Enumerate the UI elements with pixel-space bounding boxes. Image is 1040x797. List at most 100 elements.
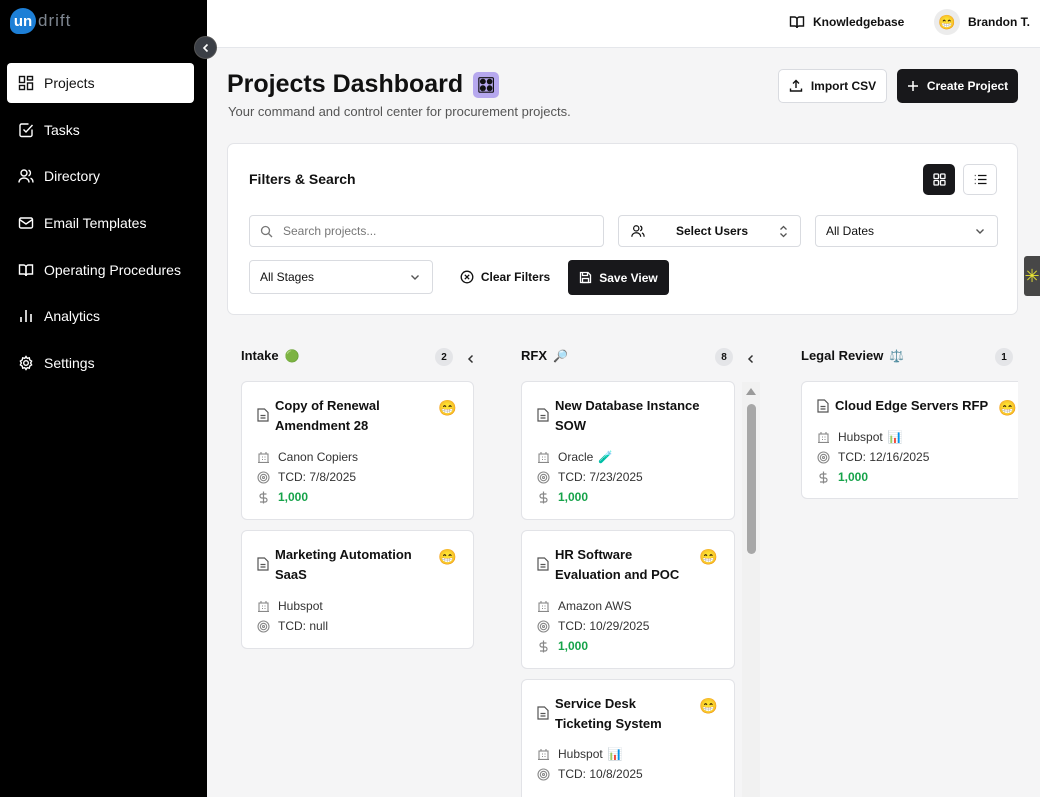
avatar: 😁 — [934, 9, 960, 35]
control-knobs-emoji: 🎛 — [473, 71, 500, 98]
create-project-button[interactable]: Create Project — [897, 69, 1018, 103]
stages-select[interactable]: All Stages — [249, 260, 433, 294]
plus-icon — [907, 81, 918, 91]
search-input[interactable] — [283, 224, 583, 238]
sidebar-item-analytics[interactable]: Analytics — [7, 296, 194, 336]
logo-mark: un — [10, 8, 36, 34]
sidebar-collapse-button[interactable] — [194, 36, 217, 59]
knowledgebase-link[interactable]: Knowledgebase — [789, 14, 904, 30]
building-icon — [538, 452, 549, 463]
building-icon — [538, 749, 549, 760]
clear-filters-label: Clear Filters — [480, 270, 551, 284]
page-title-text: Projects Dashboard — [227, 70, 464, 98]
sidebar-item-label: Operating Procedures — [44, 261, 181, 278]
page-subtitle: Your command and control center for proc… — [228, 104, 571, 119]
sidebar-item-directory[interactable]: Directory — [7, 156, 194, 196]
clear-filters-button[interactable]: Clear Filters — [448, 260, 562, 294]
sidebar-item-settings[interactable]: Settings — [7, 343, 194, 383]
feedback-widget-tab[interactable]: ✳ — [1024, 256, 1040, 296]
save-view-button[interactable]: Save View — [568, 260, 669, 295]
column-count-badge: 2 — [435, 348, 453, 366]
column-count-badge: 8 — [715, 348, 733, 366]
search-box[interactable] — [249, 215, 604, 247]
target-icon — [257, 619, 270, 633]
project-card[interactable]: Cloud Edge Servers RFP 😁 Hubspot 📊 TCD: … — [801, 381, 1018, 499]
collapse-column-button[interactable] — [746, 351, 756, 369]
project-card[interactable]: Marketing Automation SaaS 😁 Hubspot TCD:… — [241, 530, 474, 649]
card-title: Cloud Edge Servers RFP — [835, 398, 989, 413]
select-users-dropdown[interactable]: Select Users — [618, 215, 801, 247]
save-view-label: Save View — [599, 270, 658, 285]
card-vendor: Hubspot 📊 — [537, 747, 623, 761]
user-name: Brandon T. — [968, 15, 1030, 29]
card-title: HR Software Evaluation and POC — [555, 547, 680, 582]
select-users-label: Select Users — [675, 224, 749, 238]
collapse-column-button[interactable] — [466, 351, 476, 369]
card-title: Copy of Renewal Amendment 28 — [275, 398, 380, 433]
green-circle-emoji: 🟢 — [284, 348, 300, 363]
check-square-icon — [19, 122, 34, 137]
document-icon — [817, 399, 829, 413]
card-tcd: TCD: 7/8/2025 — [257, 470, 356, 484]
sidebar-item-email-templates[interactable]: Email Templates — [7, 203, 194, 243]
project-card[interactable]: New Database Instance SOW Oracle 🧪 TCD: … — [521, 381, 735, 520]
chevron-left-icon — [202, 43, 208, 52]
user-menu[interactable]: 😁 Brandon T. — [934, 9, 1030, 35]
project-card[interactable]: HR Software Evaluation and POC 😁 Amazon … — [521, 530, 735, 669]
building-icon — [818, 432, 829, 443]
card-vendor: Hubspot — [257, 599, 323, 613]
document-icon — [537, 557, 549, 571]
sidebar-item-label: Settings — [44, 355, 95, 372]
logo[interactable]: un drift — [10, 8, 71, 34]
bar-chart-emoji: 📊 — [887, 430, 903, 444]
upload-icon — [789, 79, 803, 92]
sidebar-item-tasks[interactable]: Tasks — [7, 110, 194, 150]
sidebar-item-label: Directory — [44, 168, 101, 185]
sidebar-item-label: Email Templates — [44, 215, 147, 232]
card-tcd: TCD: 7/23/2025 — [537, 470, 643, 484]
chevron-down-icon — [976, 229, 984, 234]
book-open-icon — [18, 264, 34, 276]
card-tcd: TCD: 10/29/2025 — [537, 619, 649, 633]
dollar-icon — [539, 640, 548, 652]
document-icon — [537, 408, 549, 422]
import-csv-button[interactable]: Import CSV — [778, 69, 887, 103]
card-title: Marketing Automation SaaS — [275, 547, 412, 582]
card-vendor: Canon Copiers — [257, 450, 358, 464]
sidebar-item-projects[interactable]: Projects — [7, 63, 194, 103]
building-icon — [258, 452, 269, 463]
card-title: New Database Instance SOW — [555, 398, 700, 433]
card-tcd: TCD: 10/8/2025 — [537, 767, 643, 781]
page-title: Projects Dashboard 🎛 — [227, 70, 500, 99]
grid-icon — [18, 75, 34, 91]
dates-select[interactable]: All Dates — [815, 215, 998, 247]
sidebar-item-operating-procedures[interactable]: Operating Procedures — [7, 250, 194, 290]
document-icon — [257, 557, 269, 571]
card-title: Service Desk Ticketing System — [555, 696, 662, 731]
list-view-button[interactable] — [963, 164, 997, 195]
column-scrollbar[interactable] — [742, 382, 760, 797]
grid-view-button[interactable] — [923, 164, 955, 195]
card-tcd: TCD: 12/16/2025 — [817, 450, 929, 464]
project-card[interactable]: Service Desk Ticketing System 😁 Hubspot … — [521, 679, 735, 797]
sidebar: un drift Projects Tasks Directory Email … — [0, 0, 207, 797]
document-icon — [257, 408, 269, 422]
target-icon — [257, 470, 270, 484]
scrollbar-thumb[interactable] — [747, 404, 756, 554]
magnifier-emoji: 🔎 — [553, 348, 568, 363]
grin-emoji: 😁 — [699, 698, 718, 715]
stages-select-value: All Stages — [260, 270, 315, 284]
filters-panel: Filters & Search Select Users All Dates … — [227, 143, 1018, 315]
x-circle-icon — [460, 270, 474, 284]
grin-emoji: 😁 — [699, 549, 718, 566]
bar-chart-icon — [20, 310, 32, 323]
project-card[interactable]: Copy of Renewal Amendment 28 😁 Canon Cop… — [241, 381, 474, 520]
knowledgebase-label: Knowledgebase — [813, 15, 905, 29]
bar-chart-emoji: 📊 — [607, 747, 623, 761]
target-icon — [537, 619, 550, 633]
board-edge — [1018, 330, 1040, 797]
scroll-up-arrow[interactable] — [746, 388, 756, 395]
building-icon — [538, 601, 549, 612]
sidebar-nav: Projects Tasks Directory Email Templates… — [7, 63, 194, 390]
dollar-icon — [259, 491, 268, 503]
